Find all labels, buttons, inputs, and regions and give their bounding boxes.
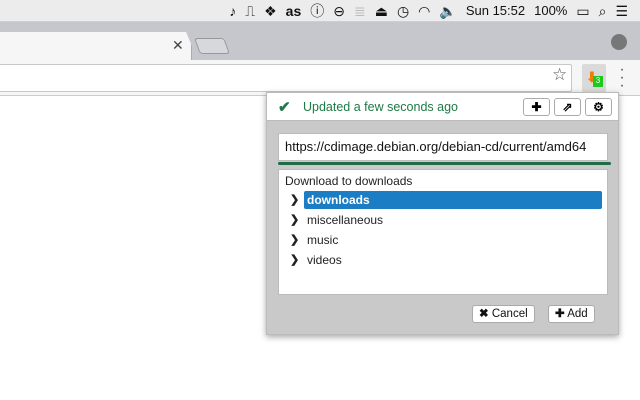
tree-title: Download to downloads <box>285 174 412 188</box>
folder-tree: Download to downloads ❯downloads ❯miscel… <box>278 169 608 295</box>
chevron-right-icon[interactable]: ❯ <box>290 233 299 246</box>
wifi-icon[interactable]: ◠ <box>418 0 430 22</box>
add-button[interactable]: ✚ Add <box>548 305 595 323</box>
time-machine-icon[interactable]: ◷ <box>397 0 409 22</box>
bookmark-star-icon[interactable]: ☆ <box>552 65 567 85</box>
folder-item-music[interactable]: ❯music <box>279 231 607 249</box>
extension-button[interactable]: ⬇ 3 <box>582 64 606 92</box>
tunnel-icon[interactable]: ≣ <box>354 0 366 22</box>
plus-icon: ✚ <box>531 100 541 114</box>
chevron-right-icon[interactable]: ❯ <box>290 253 299 266</box>
folder-item-videos[interactable]: ❯videos <box>279 251 607 269</box>
address-bar[interactable] <box>0 64 572 92</box>
chevron-right-icon[interactable]: ❯ <box>290 193 299 206</box>
browser-menu-icon[interactable]: ··· <box>618 66 626 90</box>
extension-badge: 3 <box>593 76 603 87</box>
airplay-icon[interactable]: ⏏ <box>375 0 388 22</box>
chevron-right-icon[interactable]: ❯ <box>290 213 299 226</box>
notification-center-icon[interactable]: ☰ <box>615 0 628 22</box>
tab-strip: ✕ <box>0 22 640 60</box>
folder-item-downloads[interactable]: ❯downloads <box>279 191 607 209</box>
disk-icon[interactable]: ⊖ <box>333 0 345 22</box>
active-tab[interactable] <box>0 32 192 60</box>
new-tab-button[interactable] <box>194 38 230 54</box>
volume-icon[interactable]: 🔈 <box>439 0 456 22</box>
url-input[interactable]: https://cdimage.debian.org/debian-cd/cur… <box>278 133 608 161</box>
cast-icon[interactable]: ⎍ <box>245 0 255 22</box>
spotlight-search-icon[interactable]: ⌕ <box>599 0 607 22</box>
clock[interactable]: Sun 15:52 <box>466 3 525 18</box>
add-torrent-button[interactable]: ✚ <box>523 98 550 116</box>
extension-popup: ✔ Updated a few seconds ago ✚ ⇗ ⚙ https:… <box>266 92 619 335</box>
profile-icon[interactable] <box>611 34 627 50</box>
status-text: Updated a few seconds ago <box>303 100 458 114</box>
input-focus-underline <box>278 162 611 165</box>
menu-bar: ♪ ⎍ ❖ as ⓘ ⊖ ≣ ⏏ ◷ ◠ 🔈 Sun 15:52 100% ▭ … <box>0 0 640 22</box>
open-webui-button[interactable]: ⇗ <box>554 98 581 116</box>
popup-header: ✔ Updated a few seconds ago ✚ ⇗ ⚙ <box>267 93 618 121</box>
plus-icon: ✚ <box>555 308 565 320</box>
lastfm-icon[interactable]: as <box>286 0 302 22</box>
folder-item-miscellaneous[interactable]: ❯miscellaneous <box>279 211 607 229</box>
gear-icon: ⚙ <box>593 100 604 114</box>
checkmark-icon: ✔ <box>278 98 291 116</box>
settings-button[interactable]: ⚙ <box>585 98 612 116</box>
dropbox-icon[interactable]: ❖ <box>264 0 277 22</box>
battery-percent[interactable]: 100% <box>534 3 567 18</box>
onepassword-icon[interactable]: ⓘ <box>310 0 324 22</box>
browser-toolbar: ☆ ⬇ 3 ··· <box>0 60 640 96</box>
close-icon: ✖ <box>479 308 489 320</box>
cancel-button[interactable]: ✖ Cancel <box>472 305 535 323</box>
battery-icon[interactable]: ▭ <box>576 0 589 22</box>
music-note-icon[interactable]: ♪ <box>229 0 236 22</box>
share-icon: ⇗ <box>562 100 572 114</box>
close-tab-icon[interactable]: ✕ <box>172 37 184 54</box>
